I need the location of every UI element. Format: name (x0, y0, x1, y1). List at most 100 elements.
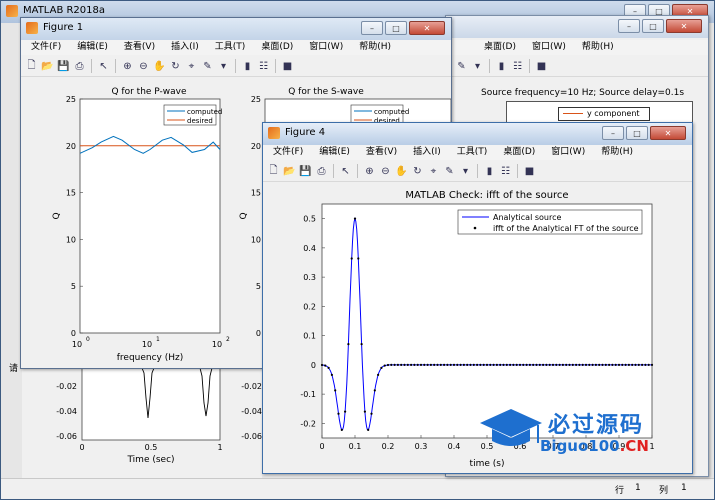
data-cursor-icon[interactable]: ⌖ (426, 164, 441, 179)
s-ytick-label: 20 (251, 142, 261, 151)
fig4-close-button[interactable]: ✕ (650, 126, 686, 140)
zoom-out-icon[interactable]: ⊖ (136, 59, 151, 74)
rotate-icon[interactable]: ↻ (410, 164, 425, 179)
pan-icon[interactable]: ✋ (152, 59, 167, 74)
new-figure-icon[interactable]: 🗋 (266, 164, 281, 179)
rotate-icon[interactable]: ↻ (168, 59, 183, 74)
fig1-menu-help[interactable]: 帮助(H) (351, 40, 399, 55)
ifft-point (466, 363, 469, 366)
fig1-menu-tools[interactable]: 工具(T) (207, 40, 254, 55)
fig1-menu-window[interactable]: 窗口(W) (301, 40, 351, 55)
zoom-in-icon[interactable]: ⊕ (362, 164, 377, 179)
fig4-maximize-button[interactable]: □ (626, 126, 648, 140)
ifft-point (545, 363, 548, 366)
ifft-point (598, 363, 601, 366)
fig4-axes (321, 203, 653, 439)
fig4-ytick-label: -0.1 (300, 390, 316, 399)
ifft-point (469, 363, 472, 366)
fig4-menu-tools[interactable]: 工具(T) (449, 145, 496, 160)
colorbar-icon[interactable]: ▮ (482, 164, 497, 179)
ifft-point (327, 366, 330, 369)
fig4-menu-file[interactable]: 文件(F) (265, 145, 311, 160)
back-minimize-button[interactable]: – (618, 19, 640, 33)
fig4-plot-title: MATLAB Check: ifft of the source (405, 190, 568, 201)
save-icon[interactable]: 💾 (56, 59, 71, 74)
brush-icon[interactable]: ✎ (200, 59, 215, 74)
lower-plots-area: -0.02 -0.04 -0.06 0 0.5 1 Time (sec) -0.… (22, 367, 262, 478)
fig4-xtick-label: 0.1 (349, 442, 362, 451)
ifft-point (604, 363, 607, 366)
ifft-point (485, 363, 489, 366)
lower-ytick-2: -0.04 (56, 407, 77, 416)
hide-tools-icon[interactable]: ■ (280, 59, 295, 74)
fig4-menu-help[interactable]: 帮助(H) (593, 145, 641, 160)
dropdown-icon[interactable]: ▾ (458, 164, 473, 179)
ifft-point (476, 363, 479, 366)
save-icon[interactable]: 💾 (298, 164, 313, 179)
legend-icon[interactable]: ☷ (256, 59, 271, 74)
data-cursor-icon[interactable]: ⌖ (184, 59, 199, 74)
legend-icon[interactable]: ☷ (498, 164, 513, 179)
fig4-menu-edit[interactable]: 编辑(E) (311, 145, 358, 160)
print-icon[interactable]: ⎙ (72, 59, 87, 74)
lower-left-axes (81, 367, 221, 441)
lower-xtick-1: 1 (217, 443, 222, 452)
pointer-icon[interactable]: ↖ (96, 59, 111, 74)
fig4-menu-view[interactable]: 查看(V) (358, 145, 405, 160)
ifft-point (449, 363, 452, 366)
ifft-point (518, 363, 522, 366)
fig4-menu-insert[interactable]: 插入(I) (405, 145, 449, 160)
hide-tools-icon[interactable]: ■ (522, 164, 537, 179)
ifft-point (400, 363, 403, 366)
ifft-point (532, 363, 535, 366)
print-icon[interactable]: ⎙ (314, 164, 329, 179)
ifft-point (423, 363, 426, 366)
fig4-ytick-label: 0.3 (303, 273, 316, 282)
fig1-maximize-button[interactable]: □ (385, 21, 407, 35)
back-maximize-button[interactable]: □ (642, 19, 664, 33)
fig4-menu-desktop[interactable]: 桌面(D) (495, 145, 543, 160)
ifft-point (551, 363, 555, 366)
back-menu-desktop[interactable]: 桌面(D) (476, 40, 524, 55)
ifft-point (614, 363, 617, 366)
pan-icon[interactable]: ✋ (394, 164, 409, 179)
fig1-menu-view[interactable]: 查看(V) (116, 40, 163, 55)
ifft-point (403, 363, 406, 366)
figure1-logo-icon (26, 22, 38, 34)
dropdown-icon[interactable]: ▾ (470, 59, 485, 74)
new-figure-icon[interactable]: 🗋 (24, 59, 39, 74)
fig1-menu-edit[interactable]: 编辑(E) (69, 40, 116, 55)
fig1-minimize-button[interactable]: – (361, 21, 383, 35)
ifft-point (357, 257, 360, 260)
ifft-point (396, 363, 399, 366)
colorbar-icon[interactable]: ▮ (494, 59, 509, 74)
p-xtick-2: 10 (142, 340, 152, 349)
fig1-close-button[interactable]: ✕ (409, 21, 445, 35)
brush-icon[interactable]: ✎ (454, 59, 469, 74)
colorbar-icon[interactable]: ▮ (240, 59, 255, 74)
open-file-icon[interactable]: 📂 (40, 59, 55, 74)
back-legend-swatch (563, 113, 583, 114)
open-file-icon[interactable]: 📂 (282, 164, 297, 179)
hide-tools-icon[interactable]: ■ (534, 59, 549, 74)
figure4-title: Figure 4 (285, 127, 326, 138)
zoom-out-icon[interactable]: ⊖ (378, 164, 393, 179)
brush-icon[interactable]: ✎ (442, 164, 457, 179)
fig4-minimize-button[interactable]: – (602, 126, 624, 140)
back-menu-help[interactable]: 帮助(H) (574, 40, 622, 55)
s-wave-yticks: 0 5 10 15 20 25 (251, 95, 261, 338)
ifft-point (575, 363, 578, 366)
fig1-menu-desktop[interactable]: 桌面(D) (253, 40, 301, 55)
zoom-in-icon[interactable]: ⊕ (120, 59, 135, 74)
fig4-menu-window[interactable]: 窗口(W) (543, 145, 593, 160)
legend-icon[interactable]: ☷ (510, 59, 525, 74)
back-close-button[interactable]: ✕ (666, 19, 702, 33)
dropdown-icon[interactable]: ▾ (216, 59, 231, 74)
ifft-point (505, 363, 508, 366)
fig1-menu-file[interactable]: 文件(F) (23, 40, 69, 55)
back-menu-window[interactable]: 窗口(W) (524, 40, 574, 55)
ifft-point (495, 363, 498, 366)
pointer-icon[interactable]: ↖ (338, 164, 353, 179)
main-statusbar: 行 1 列 1 (1, 478, 714, 499)
fig1-menu-insert[interactable]: 插入(I) (163, 40, 207, 55)
